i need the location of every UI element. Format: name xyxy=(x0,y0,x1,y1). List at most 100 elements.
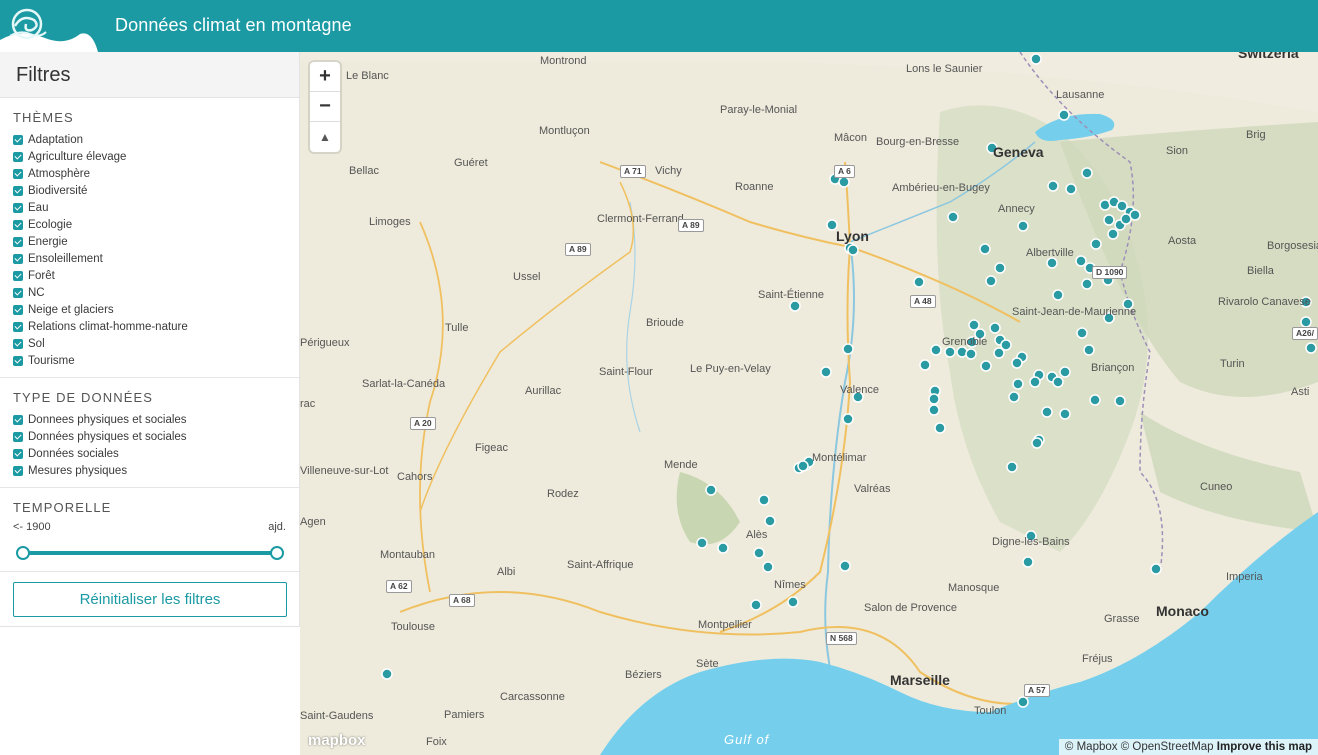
map-view[interactable]: + − ▲ Montrond Lons le Saunier Switzerla Le… xyxy=(300,52,1318,755)
station-marker[interactable] xyxy=(1059,366,1071,378)
improve-map-link[interactable]: Improve this map xyxy=(1217,741,1312,753)
station-marker[interactable] xyxy=(762,561,774,573)
station-marker[interactable] xyxy=(717,542,729,554)
station-marker[interactable] xyxy=(797,460,809,472)
checkbox-checked-icon[interactable] xyxy=(13,448,23,459)
checkbox-checked-icon[interactable] xyxy=(13,465,23,476)
checkbox-checked-icon[interactable] xyxy=(13,253,23,264)
checkbox-checked-icon[interactable] xyxy=(13,304,23,315)
theme-checkbox-label[interactable]: Atmosphère xyxy=(28,168,90,180)
compass-button[interactable]: ▲ xyxy=(310,122,340,152)
theme-checkbox-row[interactable]: Eau xyxy=(13,199,286,216)
station-marker[interactable] xyxy=(1052,289,1064,301)
theme-checkbox-row[interactable]: Tourisme xyxy=(13,352,286,369)
station-marker[interactable] xyxy=(965,348,977,360)
station-marker[interactable] xyxy=(1031,437,1043,449)
station-marker[interactable] xyxy=(928,404,940,416)
data-type-checkbox-label[interactable]: Données physiques et sociales xyxy=(28,431,187,443)
theme-checkbox-row[interactable]: Biodiversité xyxy=(13,182,286,199)
checkbox-checked-icon[interactable] xyxy=(13,414,23,425)
station-marker[interactable] xyxy=(1030,53,1042,65)
station-marker[interactable] xyxy=(980,360,992,372)
data-type-checkbox-row[interactable]: Mesures physiques xyxy=(13,462,286,479)
theme-checkbox-row[interactable]: Ensoleillement xyxy=(13,250,286,267)
checkbox-checked-icon[interactable] xyxy=(13,185,23,196)
checkbox-checked-icon[interactable] xyxy=(13,168,23,179)
checkbox-checked-icon[interactable] xyxy=(13,355,23,366)
theme-checkbox-label[interactable]: Adaptation xyxy=(28,134,83,146)
theme-checkbox-row[interactable]: Forêt xyxy=(13,267,286,284)
checkbox-checked-icon[interactable] xyxy=(13,321,23,332)
station-marker[interactable] xyxy=(1300,316,1312,328)
station-marker[interactable] xyxy=(381,668,393,680)
station-marker[interactable] xyxy=(913,276,925,288)
checkbox-checked-icon[interactable] xyxy=(13,431,23,442)
station-marker[interactable] xyxy=(1129,209,1141,221)
checkbox-checked-icon[interactable] xyxy=(13,202,23,213)
theme-checkbox-row[interactable]: Sol xyxy=(13,335,286,352)
checkbox-checked-icon[interactable] xyxy=(13,287,23,298)
data-type-checkbox-row[interactable]: Données sociales xyxy=(13,445,286,462)
theme-checkbox-label[interactable]: Ensoleillement xyxy=(28,253,103,265)
station-marker[interactable] xyxy=(1052,376,1064,388)
station-marker[interactable] xyxy=(1103,214,1115,226)
temporal-range-slider[interactable] xyxy=(13,541,286,565)
station-marker[interactable] xyxy=(1041,406,1053,418)
theme-checkbox-row[interactable]: NC xyxy=(13,284,286,301)
station-marker[interactable] xyxy=(842,413,854,425)
station-marker[interactable] xyxy=(789,300,801,312)
station-marker[interactable] xyxy=(928,393,940,405)
station-marker[interactable] xyxy=(1114,395,1126,407)
station-marker[interactable] xyxy=(764,515,776,527)
station-marker[interactable] xyxy=(1081,167,1093,179)
station-marker[interactable] xyxy=(1107,228,1119,240)
station-marker[interactable] xyxy=(1075,255,1087,267)
theme-checkbox-label[interactable]: Sol xyxy=(28,338,45,350)
attribution-osm-link[interactable]: © OpenStreetMap xyxy=(1121,741,1214,753)
station-marker[interactable] xyxy=(842,343,854,355)
theme-checkbox-label[interactable]: Biodiversité xyxy=(28,185,87,197)
station-marker[interactable] xyxy=(944,346,956,358)
station-marker[interactable] xyxy=(820,366,832,378)
station-marker[interactable] xyxy=(696,537,708,549)
station-marker[interactable] xyxy=(1076,327,1088,339)
station-marker[interactable] xyxy=(1305,342,1317,354)
station-marker[interactable] xyxy=(930,344,942,356)
station-marker[interactable] xyxy=(847,244,859,256)
checkbox-checked-icon[interactable] xyxy=(13,219,23,230)
station-marker[interactable] xyxy=(947,211,959,223)
station-marker[interactable] xyxy=(787,596,799,608)
station-marker[interactable] xyxy=(1065,183,1077,195)
station-marker[interactable] xyxy=(1150,563,1162,575)
theme-checkbox-row[interactable]: Atmosphère xyxy=(13,165,286,182)
station-marker[interactable] xyxy=(1081,278,1093,290)
theme-checkbox-row[interactable]: Neige et glaciers xyxy=(13,301,286,318)
station-marker[interactable] xyxy=(1022,556,1034,568)
theme-checkbox-label[interactable]: NC xyxy=(28,287,45,299)
station-marker[interactable] xyxy=(839,560,851,572)
station-marker[interactable] xyxy=(994,262,1006,274)
station-marker[interactable] xyxy=(1058,109,1070,121)
station-marker[interactable] xyxy=(758,494,770,506)
theme-checkbox-row[interactable]: Agriculture élevage xyxy=(13,148,286,165)
station-marker[interactable] xyxy=(1090,238,1102,250)
station-marker[interactable] xyxy=(753,547,765,559)
zoom-out-button[interactable]: − xyxy=(310,92,340,122)
station-marker[interactable] xyxy=(1047,180,1059,192)
data-type-checkbox-row[interactable]: Donnees physiques et sociales xyxy=(13,411,286,428)
theme-checkbox-row[interactable]: Adaptation xyxy=(13,131,286,148)
station-marker[interactable] xyxy=(1017,220,1029,232)
station-marker[interactable] xyxy=(1006,461,1018,473)
reset-filters-button[interactable]: Réinitialiser les filtres xyxy=(13,582,287,617)
data-type-checkbox-label[interactable]: Données sociales xyxy=(28,448,119,460)
theme-checkbox-label[interactable]: Eau xyxy=(28,202,48,214)
station-marker[interactable] xyxy=(968,319,980,331)
theme-checkbox-label[interactable]: Energie xyxy=(28,236,68,248)
slider-end-handle[interactable] xyxy=(270,546,284,560)
station-marker[interactable] xyxy=(1012,378,1024,390)
station-marker[interactable] xyxy=(1011,357,1023,369)
station-marker[interactable] xyxy=(1083,344,1095,356)
station-marker[interactable] xyxy=(985,275,997,287)
station-marker[interactable] xyxy=(1008,391,1020,403)
station-marker[interactable] xyxy=(1017,696,1029,708)
